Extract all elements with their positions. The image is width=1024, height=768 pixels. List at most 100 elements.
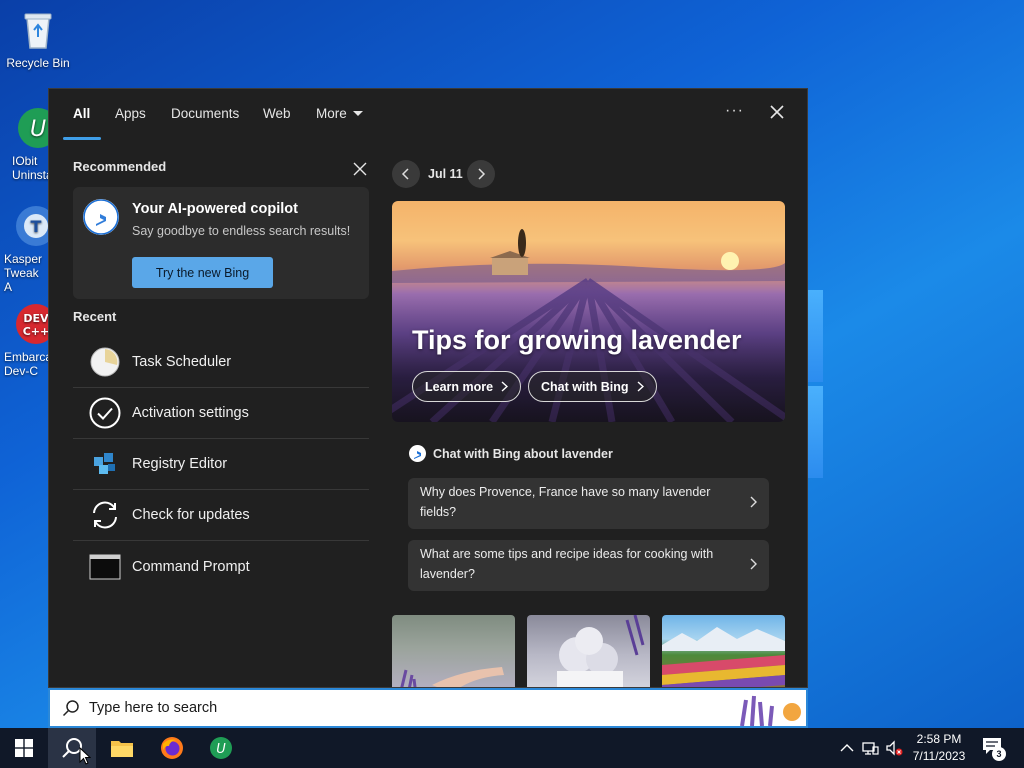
search-input[interactable] xyxy=(89,700,689,716)
search-tabs: All Apps Documents Web More ··· xyxy=(49,89,807,141)
recent-item-label: Activation settings xyxy=(132,405,249,421)
mouse-pointer-icon xyxy=(79,747,91,765)
try-bing-button[interactable]: Try the new Bing xyxy=(132,257,273,288)
recent-item-registry-editor[interactable]: Registry Editor xyxy=(73,439,369,490)
recent-item-label: Registry Editor xyxy=(132,456,228,472)
tab-all[interactable]: All xyxy=(73,106,90,121)
recent-item-check-for-updates[interactable]: Check for updates xyxy=(73,490,369,541)
copilot-title: Your AI-powered copilot xyxy=(132,201,298,217)
recent-item-command-prompt[interactable]: Command Prompt xyxy=(73,541,369,592)
start-button[interactable] xyxy=(0,728,48,768)
active-tab-indicator xyxy=(63,137,101,140)
close-icon[interactable] xyxy=(767,102,787,122)
tab-more-label: More xyxy=(316,106,347,121)
chevron-right-icon xyxy=(501,381,509,392)
network-icon[interactable] xyxy=(861,739,879,757)
desktop-icon-label: Kasper Tweak A xyxy=(4,252,43,294)
desktop-icon-label: Embarca Dev-C xyxy=(4,350,48,378)
recent-list: Task Scheduler Activation settings Regis… xyxy=(73,337,369,592)
svg-text:T: T xyxy=(31,217,42,236)
question-label: Why does Provence, France have so many l… xyxy=(420,485,711,519)
previous-day-button[interactable] xyxy=(392,160,420,188)
next-day-button[interactable] xyxy=(467,160,495,188)
volume-muted-icon[interactable] xyxy=(885,739,903,757)
recent-heading: Recent xyxy=(73,309,117,324)
hero-card[interactable]: Tips for growing lavender Learn more Cha… xyxy=(392,201,785,422)
iobit-uninstaller-icon: U xyxy=(210,737,232,759)
learn-more-button[interactable]: Learn more xyxy=(412,371,522,402)
search-panel: All Apps Documents Web More ··· Recommen… xyxy=(48,88,808,688)
flower-fields-image xyxy=(662,627,785,687)
copilot-subtitle: Say goodbye to endless search results! xyxy=(132,224,351,238)
check-circle-icon xyxy=(88,396,122,430)
highlight-date: Jul 11 xyxy=(428,167,463,181)
dismiss-recommended-icon[interactable] xyxy=(353,162,367,176)
taskbar: U 2:58 PM 7/11/2023 3 xyxy=(0,728,1024,768)
recycle-bin-icon xyxy=(24,13,52,49)
firefox-icon xyxy=(161,737,183,759)
kaspersky-tweak-icon: T xyxy=(16,206,48,246)
iobit-uninstaller-taskbar-button[interactable]: U xyxy=(197,728,245,768)
task-scheduler-icon xyxy=(88,345,122,379)
clock-date: 7/11/2023 xyxy=(912,749,966,763)
sync-icon xyxy=(88,498,122,532)
chevron-right-icon xyxy=(478,168,486,180)
tab-web[interactable]: Web xyxy=(263,106,291,121)
desktop-icon-kaspersky-tweak[interactable]: T Kasper Tweak A xyxy=(0,204,48,294)
svg-text:C++: C++ xyxy=(23,325,48,338)
registry-editor-icon xyxy=(88,447,122,481)
recommended-heading: Recommended xyxy=(73,159,167,174)
notification-count-badge: 3 xyxy=(992,747,1006,761)
desktop-icon-iobit-uninstaller[interactable]: U IObit Uninsta xyxy=(0,106,48,182)
desktop-icon-label: Recycle Bin xyxy=(6,56,70,70)
bing-logo-icon xyxy=(409,445,426,462)
clock-time: 2:58 PM xyxy=(916,732,962,746)
desktop-icon-embarcadero-devcpp[interactable]: DEV C++ Embarca Dev-C xyxy=(0,302,48,378)
recent-item-activation-settings[interactable]: Activation settings xyxy=(73,388,369,439)
lavender-ice-cream-image xyxy=(557,615,645,687)
thumbnail-flower-fields[interactable] xyxy=(662,615,785,687)
desktop-icon-recycle-bin[interactable]: Recycle Bin xyxy=(0,8,76,70)
search-taskbar-button[interactable] xyxy=(48,728,96,768)
windows-logo-icon xyxy=(15,739,33,757)
recent-item-label: Task Scheduler xyxy=(132,354,232,370)
question-label: What are some tips and recipe ideas for … xyxy=(420,547,714,581)
chat-heading-label: Chat with Bing about lavender xyxy=(433,446,613,461)
system-clock[interactable]: 2:58 PM 7/11/2023 xyxy=(906,731,972,765)
chevron-right-icon xyxy=(637,381,644,392)
copilot-card[interactable]: Your AI-powered copilot Say goodbye to e… xyxy=(73,187,369,299)
left-column: Recommended Your AI-powered copilot Say … xyxy=(73,159,369,579)
lavender-highlight-icon xyxy=(740,695,801,726)
chat-heading: Chat with Bing about lavender xyxy=(409,445,613,462)
chat-with-bing-label: Chat with Bing xyxy=(541,379,629,394)
tab-apps[interactable]: Apps xyxy=(115,106,146,121)
iobit-uninstaller-icon: U xyxy=(18,108,48,148)
taskbar-search-box[interactable] xyxy=(48,688,808,728)
firefox-button[interactable] xyxy=(148,728,196,768)
hero-title: Tips for growing lavender xyxy=(412,325,742,355)
svg-text:U: U xyxy=(30,117,46,142)
recent-item-label: Command Prompt xyxy=(132,558,250,575)
lavender-hand-image xyxy=(400,667,504,687)
thumbnail-lavender-hand[interactable] xyxy=(392,615,515,687)
file-explorer-button[interactable] xyxy=(98,728,146,768)
tab-documents[interactable]: Documents xyxy=(171,106,239,121)
desktop-icon-label: IObit Uninsta xyxy=(12,154,48,182)
ellipsis-icon[interactable]: ··· xyxy=(725,102,744,120)
svg-text:DEV: DEV xyxy=(23,312,48,325)
thumbnail-ice-cream[interactable] xyxy=(527,615,650,687)
search-icon xyxy=(62,700,79,717)
bing-question-provence[interactable]: Why does Provence, France have so many l… xyxy=(408,478,769,529)
chevron-right-icon xyxy=(750,558,757,570)
chevron-down-icon xyxy=(352,111,363,116)
chat-with-bing-button[interactable]: Chat with Bing xyxy=(528,371,657,402)
tab-more[interactable]: More xyxy=(316,106,363,121)
bing-logo-icon xyxy=(83,199,119,235)
folder-icon xyxy=(111,741,133,757)
chevron-right-icon xyxy=(750,496,757,508)
chevron-up-icon[interactable] xyxy=(838,739,856,757)
bing-question-cooking[interactable]: What are some tips and recipe ideas for … xyxy=(408,540,769,591)
recent-item-task-scheduler[interactable]: Task Scheduler xyxy=(73,337,369,388)
notification-center-button[interactable]: 3 xyxy=(982,737,1006,761)
devcpp-icon: DEV C++ xyxy=(16,304,48,344)
